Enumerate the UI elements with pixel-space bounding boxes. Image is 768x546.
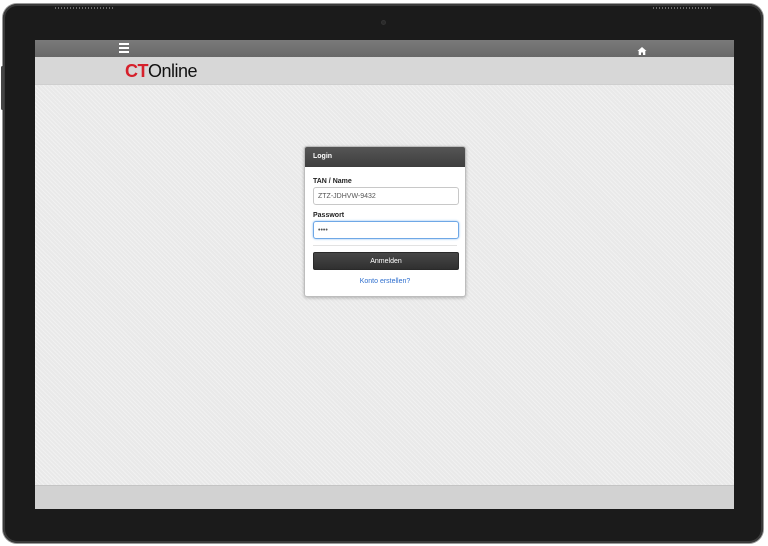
side-button	[1, 66, 4, 110]
main-content: Login TAN / Name Passwort Anmelden Konto…	[35, 85, 734, 485]
login-panel-title: Login	[305, 147, 465, 167]
login-form: TAN / Name Passwort Anmelden Konto erste…	[305, 167, 465, 285]
tan-name-label: TAN / Name	[313, 178, 352, 185]
password-input[interactable]	[313, 221, 459, 239]
logo-online-text: Online	[148, 61, 198, 81]
hamburger-menu-icon[interactable]	[119, 43, 129, 53]
app-screen: CTOnline Login TAN / Name Passwort Anmel…	[35, 40, 734, 509]
ctonline-logo: CTOnline	[125, 61, 198, 81]
login-panel: Login TAN / Name Passwort Anmelden Konto…	[304, 146, 466, 297]
top-toolbar	[35, 40, 734, 57]
speaker-grille-left	[55, 7, 113, 9]
form-divider	[313, 245, 457, 246]
tan-name-input[interactable]	[313, 187, 459, 205]
password-label: Passwort	[313, 212, 345, 219]
home-icon[interactable]	[637, 43, 647, 55]
login-submit-button[interactable]: Anmelden	[313, 252, 459, 270]
app-header: CTOnline	[35, 57, 734, 85]
front-camera	[381, 20, 386, 25]
create-account-link[interactable]: Konto erstellen?	[313, 278, 457, 285]
app-footer	[35, 485, 734, 509]
speaker-grille-right	[653, 7, 711, 9]
logo-ct-text: CT	[125, 61, 149, 81]
